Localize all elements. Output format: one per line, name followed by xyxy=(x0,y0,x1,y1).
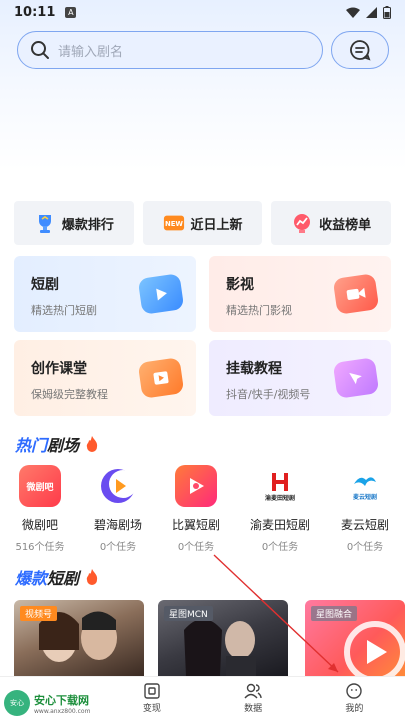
card-creation-class[interactable]: 创作课堂 保姆级完整教程 xyxy=(14,340,196,416)
drama-poster-2[interactable]: 星图MCN xyxy=(158,600,288,676)
watermark-text: 安心下载网 www.anxz800.com xyxy=(34,692,90,715)
section-hit-dramas: 爆款短剧 xyxy=(15,565,99,589)
poster-tag: 星图融合 xyxy=(311,606,358,621)
wifi-icon xyxy=(346,7,360,18)
weijuba-logo: 微剧吧 xyxy=(19,465,61,507)
quick-label: 近日上新 xyxy=(190,217,243,233)
hot-ranking-button[interactable]: 爆款排行 xyxy=(14,201,134,245)
svg-text:NEW: NEW xyxy=(165,220,183,228)
app-item-bihai[interactable]: 碧海剧场 0个任务 xyxy=(78,465,158,553)
app-item-weijuba[interactable]: 微剧吧 微剧吧 516个任务 xyxy=(0,465,80,553)
section-hot-theaters: 热门剧场 xyxy=(15,432,99,456)
trophy-icon xyxy=(34,212,56,234)
app-tasks: 0个任务 xyxy=(177,542,215,553)
app-name: 渝麦田短剧 xyxy=(249,518,310,532)
status-bar: 10:11 A xyxy=(0,0,405,24)
flame-icon xyxy=(86,569,98,585)
quick-label: 收益榜单 xyxy=(319,217,372,233)
flame-icon xyxy=(86,436,98,452)
battery-icon xyxy=(383,5,391,19)
drama-poster-1[interactable]: 视频号 xyxy=(14,600,144,676)
classroom-icon xyxy=(137,357,185,399)
quick-label: 爆款排行 xyxy=(61,217,114,233)
yumaitian-logo: 渝麦田短剧 xyxy=(259,465,301,507)
earnings-ranking-button[interactable]: 收益榜单 xyxy=(271,201,392,245)
play-card-icon xyxy=(137,273,185,315)
app-tasks: 0个任务 xyxy=(261,542,299,553)
monetize-icon xyxy=(144,683,160,699)
message-button[interactable] xyxy=(331,31,389,69)
app-tasks: 0个任务 xyxy=(99,542,137,553)
search-row: 请输入剧名 xyxy=(17,31,389,69)
section-title-rest: 剧场 xyxy=(47,436,80,455)
nav-data[interactable]: 数据 xyxy=(203,677,304,720)
section-title-accent: 热门 xyxy=(15,436,48,455)
new-releases-button[interactable]: NEW 近日上新 xyxy=(142,201,263,245)
nav-label: 变现 xyxy=(142,704,161,714)
users-icon xyxy=(244,683,262,699)
search-icon xyxy=(31,41,49,59)
app-item-maiyun[interactable]: 麦云短剧 麦云短剧 0个任务 xyxy=(325,465,405,553)
app-tasks: 0个任务 xyxy=(346,542,384,553)
site-watermark: 安心 安心下载网 www.anxz800.com xyxy=(0,686,110,720)
app-name: 比翼短剧 xyxy=(171,518,220,532)
card-mount-tutorial[interactable]: 挂载教程 抖音/快手/视频号 xyxy=(209,340,391,416)
chart-up-icon xyxy=(291,212,313,234)
drama-poster-3[interactable]: 星图融合 xyxy=(305,600,405,676)
app-name: 微剧吧 xyxy=(21,518,58,532)
section-title-accent: 爆款 xyxy=(15,569,48,588)
app-tasks: 516个任务 xyxy=(15,542,65,553)
quick-actions: 爆款排行 NEW 近日上新 收益榜单 xyxy=(14,201,392,245)
nav-label: 我的 xyxy=(345,704,364,714)
app-item-biyi[interactable]: 比翼短剧 0个任务 xyxy=(156,465,236,553)
search-placeholder: 请输入剧名 xyxy=(58,44,124,60)
signal-icon xyxy=(366,6,377,18)
poster-tag: 星图MCN xyxy=(164,606,213,621)
card-film[interactable]: 影视 精选热门影视 xyxy=(209,256,391,332)
app-name: 麦云短剧 xyxy=(340,518,389,532)
nav-profile[interactable]: 我的 xyxy=(304,677,405,720)
section-title-rest: 短剧 xyxy=(47,569,80,588)
notification-a-icon: A xyxy=(65,6,77,18)
video-camera-icon xyxy=(332,273,380,315)
chat-icon xyxy=(350,40,371,61)
watermark-name: 安心下载网 xyxy=(34,693,89,707)
header-background xyxy=(0,0,405,170)
card-short-drama[interactable]: 短剧 精选热门短剧 xyxy=(14,256,196,332)
theater-app-row: 微剧吧 微剧吧 516个任务 碧海剧场 0个任务 比翼短剧 0个任务 渝麦田短剧… xyxy=(0,465,405,555)
status-icons xyxy=(346,5,391,19)
app-name: 碧海剧场 xyxy=(93,518,142,532)
nav-monetize[interactable]: 变现 xyxy=(101,677,202,720)
search-input[interactable]: 请输入剧名 xyxy=(17,31,323,69)
nav-label: 数据 xyxy=(244,704,263,714)
app-item-yumaitian[interactable]: 渝麦田短剧 渝麦田短剧 0个任务 xyxy=(240,465,320,553)
watermark-logo: 安心 xyxy=(4,690,30,716)
poster-tag: 视频号 xyxy=(20,606,58,621)
bihai-logo xyxy=(97,465,139,507)
status-time: 10:11 xyxy=(14,4,56,20)
watermark-url: www.anxz800.com xyxy=(34,707,91,715)
new-badge-icon: NEW xyxy=(163,212,185,234)
cursor-icon xyxy=(332,357,380,399)
maiyun-logo: 麦云短剧 xyxy=(344,465,386,507)
biyi-logo xyxy=(175,465,217,507)
profile-icon xyxy=(346,683,363,699)
